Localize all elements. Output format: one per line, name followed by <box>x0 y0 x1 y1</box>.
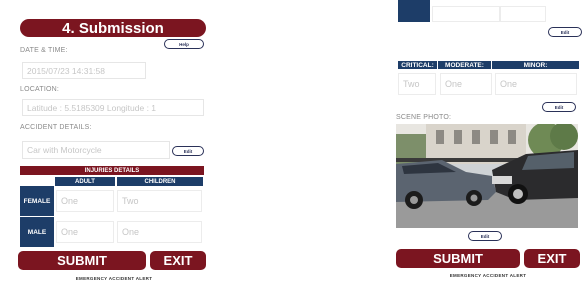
children-column-header: CHILDREN <box>117 177 203 186</box>
submission-screen-scrolled: Edit CRITICAL: MODERATE: MINOR: Two One … <box>392 0 584 287</box>
exit-button[interactable]: EXIT <box>524 249 580 268</box>
moderate-field[interactable]: One <box>440 73 492 95</box>
female-adult-field[interactable]: One <box>56 190 114 212</box>
female-row-header: FEMALE <box>20 186 54 216</box>
male-adult-field[interactable]: One <box>56 221 114 243</box>
top-edit-button[interactable]: Edit <box>548 27 582 37</box>
footer-text: EMERGENCY ACCIDENT ALERT <box>449 273 527 278</box>
submit-button[interactable]: SUBMIT <box>396 249 520 268</box>
male-row-header: MALE <box>20 217 54 247</box>
severity-header-cell <box>398 0 430 22</box>
critical-field[interactable]: Two <box>398 73 436 95</box>
scene-photo-label: SCENE PHOTO: <box>396 114 452 121</box>
location-label: LOCATION: <box>20 86 60 93</box>
minor-column-header: MINOR: <box>492 61 580 69</box>
exit-button[interactable]: EXIT <box>150 251 206 270</box>
scene-photo[interactable] <box>396 124 578 228</box>
accident-edit-button[interactable]: Edit <box>172 146 204 156</box>
moderate-column-header: MODERATE: <box>438 61 492 69</box>
footer-text: EMERGENCY ACCIDENT ALERT <box>75 276 153 281</box>
injuries-title: INJURIES DETAILS <box>20 166 204 175</box>
male-children-field[interactable]: One <box>117 221 202 243</box>
location-field[interactable]: Latitude : 5.5185309 Longitude : 1 <box>22 99 204 116</box>
page-title: 4. Submission <box>20 19 206 37</box>
help-button[interactable]: Help <box>164 39 204 49</box>
datetime-label: DATE & TIME: <box>20 47 68 54</box>
female-children-field[interactable]: Two <box>117 190 202 212</box>
submission-screen: 4. Submission Help DATE & TIME: 2015/07/… <box>16 0 212 287</box>
minor-field[interactable]: One <box>495 73 577 95</box>
accident-details-field[interactable]: Car with Motorcycle <box>22 141 170 159</box>
submit-button[interactable]: SUBMIT <box>18 251 146 270</box>
photo-edit-button[interactable]: Edit <box>468 231 502 241</box>
top-field[interactable] <box>432 6 500 22</box>
datetime-field[interactable]: 2015/07/23 14:31:58 <box>22 62 146 79</box>
top-field[interactable] <box>500 6 546 22</box>
critical-column-header: CRITICAL: <box>398 61 438 69</box>
accident-details-label: ACCIDENT DETAILS: <box>20 124 92 131</box>
severity-edit-button[interactable]: Edit <box>542 102 576 112</box>
adult-column-header: ADULT <box>55 177 115 186</box>
